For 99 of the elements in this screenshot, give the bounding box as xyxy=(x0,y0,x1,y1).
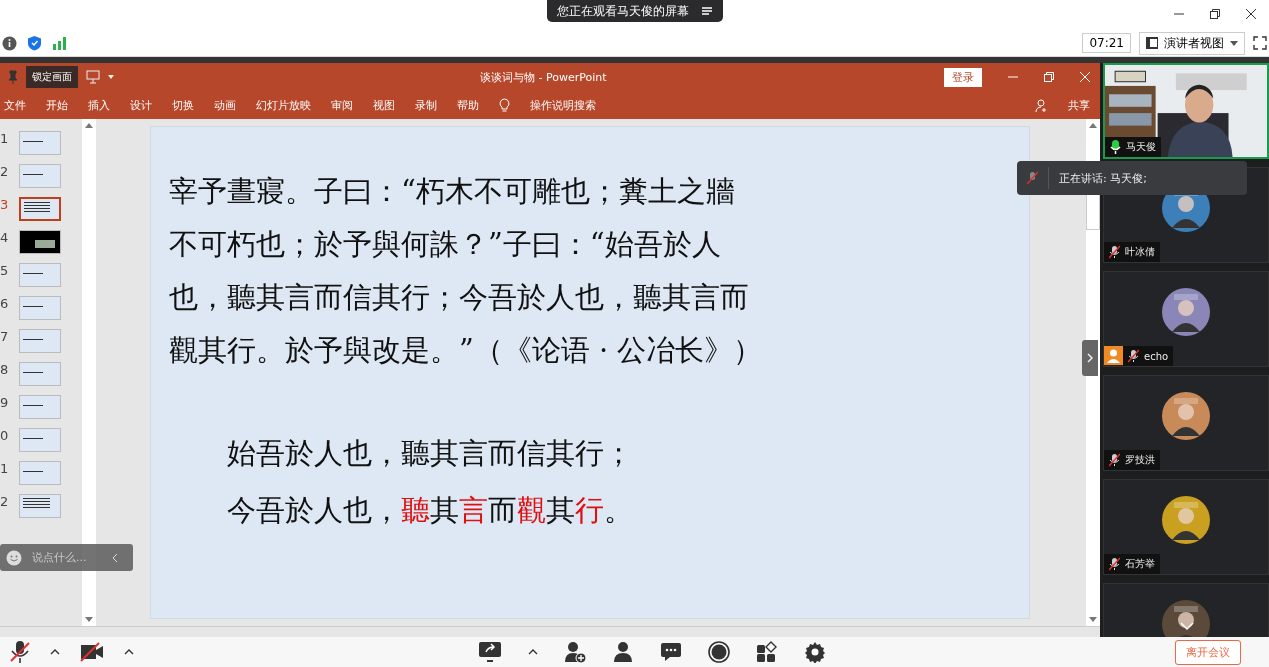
slide-text-line: 觀其行。於予與改是。”（《论语 · 公冶长》） xyxy=(169,332,764,369)
chevron-down-icon[interactable] xyxy=(1180,622,1194,631)
apps-icon[interactable] xyxy=(756,641,778,663)
signal-icon[interactable] xyxy=(52,36,67,50)
menu-tab[interactable]: 文件 xyxy=(4,97,26,113)
shield-icon[interactable] xyxy=(27,35,42,51)
slide-number: 3 xyxy=(0,197,7,212)
participant-name: 石芳举 xyxy=(1104,554,1160,574)
login-button[interactable]: 登录 xyxy=(944,67,982,87)
slide-number: 4 xyxy=(0,230,7,245)
slide-thumbnail[interactable] xyxy=(19,230,61,254)
muted-mic-icon[interactable] xyxy=(10,640,30,664)
slide-text-line: 也，聽其言而信其行；今吾於人也，聽其言而 xyxy=(169,279,750,316)
presentation-icon[interactable] xyxy=(86,70,100,84)
emoji-icon[interactable] xyxy=(6,549,22,566)
slide-thumbnail[interactable] xyxy=(19,329,61,353)
meeting-timer: 07:21 xyxy=(1082,33,1131,53)
slide-number: 5 xyxy=(0,263,7,278)
scroll-down-icon[interactable] xyxy=(1089,617,1097,622)
panel-toggle[interactable] xyxy=(1082,340,1098,376)
slide-thumbnail[interactable] xyxy=(19,197,61,221)
menu-tab[interactable]: 插入 xyxy=(88,97,110,113)
participant-tile[interactable]: 石芳举 xyxy=(1103,479,1269,575)
participant-tile[interactable]: 罗技洪 xyxy=(1103,375,1269,471)
participants-icon[interactable] xyxy=(612,641,634,663)
user-icon xyxy=(1104,346,1123,365)
participant-name: 马天俊 xyxy=(1105,137,1161,157)
share-screen-icon[interactable] xyxy=(478,641,502,663)
slide-thumbnail[interactable] xyxy=(19,395,61,419)
menu-tab[interactable]: 设计 xyxy=(130,97,152,113)
participant-tile[interactable]: echo xyxy=(1103,271,1269,367)
tooltip: 锁定画面 xyxy=(26,66,78,88)
chat-input[interactable]: 说点什么... xyxy=(0,544,133,571)
menu-tab[interactable]: 审阅 xyxy=(331,97,353,113)
caret-icon xyxy=(1230,40,1238,46)
caret-up-icon[interactable] xyxy=(124,649,134,655)
record-icon[interactable] xyxy=(708,641,730,663)
menu-tab[interactable]: 动画 xyxy=(214,97,236,113)
slide-number: 9 xyxy=(0,395,7,410)
participant-name: echo xyxy=(1123,346,1174,366)
participant-name: 叶冰倩 xyxy=(1104,242,1160,262)
chevron-left-icon[interactable] xyxy=(112,552,118,563)
slide-text-line: 宰予晝寢。子曰：“朽木不可雕也；糞土之牆 xyxy=(169,173,736,210)
window-title: 谈谈词与物 - PowerPoint xyxy=(480,69,607,85)
menu-tab[interactable]: 帮助 xyxy=(457,97,479,113)
menu-tab[interactable]: 录制 xyxy=(415,97,437,113)
view-dropdown[interactable]: 演讲者视图 xyxy=(1139,31,1245,55)
slide-thumbnail[interactable] xyxy=(19,362,61,386)
restore-icon[interactable] xyxy=(1209,8,1221,20)
slide-text-line: 始吾於人也，聽其言而信其行； xyxy=(227,435,634,472)
slide-number: 8 xyxy=(0,362,7,377)
scroll-down-icon[interactable] xyxy=(85,617,93,622)
muted-mic-icon xyxy=(1027,171,1038,185)
leave-meeting-button[interactable]: 离开会议 xyxy=(1175,639,1241,665)
caret-up-icon[interactable] xyxy=(528,649,538,655)
caret-up-icon[interactable] xyxy=(50,649,60,655)
slide-number: 6 xyxy=(0,296,7,311)
slide-thumbnail[interactable] xyxy=(19,296,61,320)
slide-number: 1 xyxy=(0,461,7,476)
slide-text-line: 不可朽也；於予與何誅？”子曰：“始吾於人 xyxy=(169,226,722,263)
banner-text: 您正在观看马天俊的屏幕 xyxy=(556,2,689,20)
camera-off-icon[interactable] xyxy=(80,642,104,662)
slide-thumbnail[interactable] xyxy=(19,494,61,518)
slide-number: 1 xyxy=(0,131,7,146)
menu-tab[interactable]: 视图 xyxy=(373,97,395,113)
pin-icon[interactable] xyxy=(8,70,18,84)
fullscreen-icon[interactable] xyxy=(1253,36,1267,50)
chevron-right-icon xyxy=(1087,353,1093,363)
menu-tab[interactable]: 切换 xyxy=(172,97,194,113)
slide-thumbnail[interactable] xyxy=(19,428,61,452)
slide-thumbnail[interactable] xyxy=(19,164,61,188)
settings-icon[interactable] xyxy=(804,641,826,663)
scroll-up-icon[interactable] xyxy=(85,123,93,128)
lightbulb-icon[interactable] xyxy=(499,98,510,112)
menu-tab[interactable]: 开始 xyxy=(46,97,68,113)
scroll-up-icon[interactable] xyxy=(1089,123,1097,128)
participant-name: 罗技洪 xyxy=(1104,450,1160,470)
slide-thumbnail[interactable] xyxy=(19,461,61,485)
search-hint[interactable]: 操作说明搜索 xyxy=(530,97,596,113)
add-user-icon[interactable] xyxy=(564,641,586,663)
slide-thumbnail[interactable] xyxy=(19,131,61,155)
person-icon[interactable] xyxy=(1035,98,1048,112)
chat-icon[interactable] xyxy=(660,642,682,662)
slide-number: 0 xyxy=(0,428,7,443)
menu-icon[interactable] xyxy=(700,6,713,16)
restore-icon[interactable] xyxy=(1044,72,1054,82)
info-icon[interactable] xyxy=(2,35,17,51)
caret-icon[interactable] xyxy=(108,75,114,79)
slide-text-line: 今吾於人也，聽其言而觀其行。 xyxy=(227,492,634,529)
menu-tab[interactable]: 幻灯片放映 xyxy=(256,97,311,113)
close-icon[interactable] xyxy=(1245,8,1257,20)
slide-thumbnail[interactable] xyxy=(19,263,61,287)
slide-number: 2 xyxy=(0,164,7,179)
chat-field[interactable]: 说点什么... xyxy=(30,550,104,565)
participant-tile[interactable]: 马天俊 xyxy=(1103,63,1269,159)
slide-number: 7 xyxy=(0,329,7,344)
share-button[interactable]: 共享 xyxy=(1068,97,1090,113)
slide-number: 2 xyxy=(0,494,7,509)
layout-icon xyxy=(1146,37,1158,49)
